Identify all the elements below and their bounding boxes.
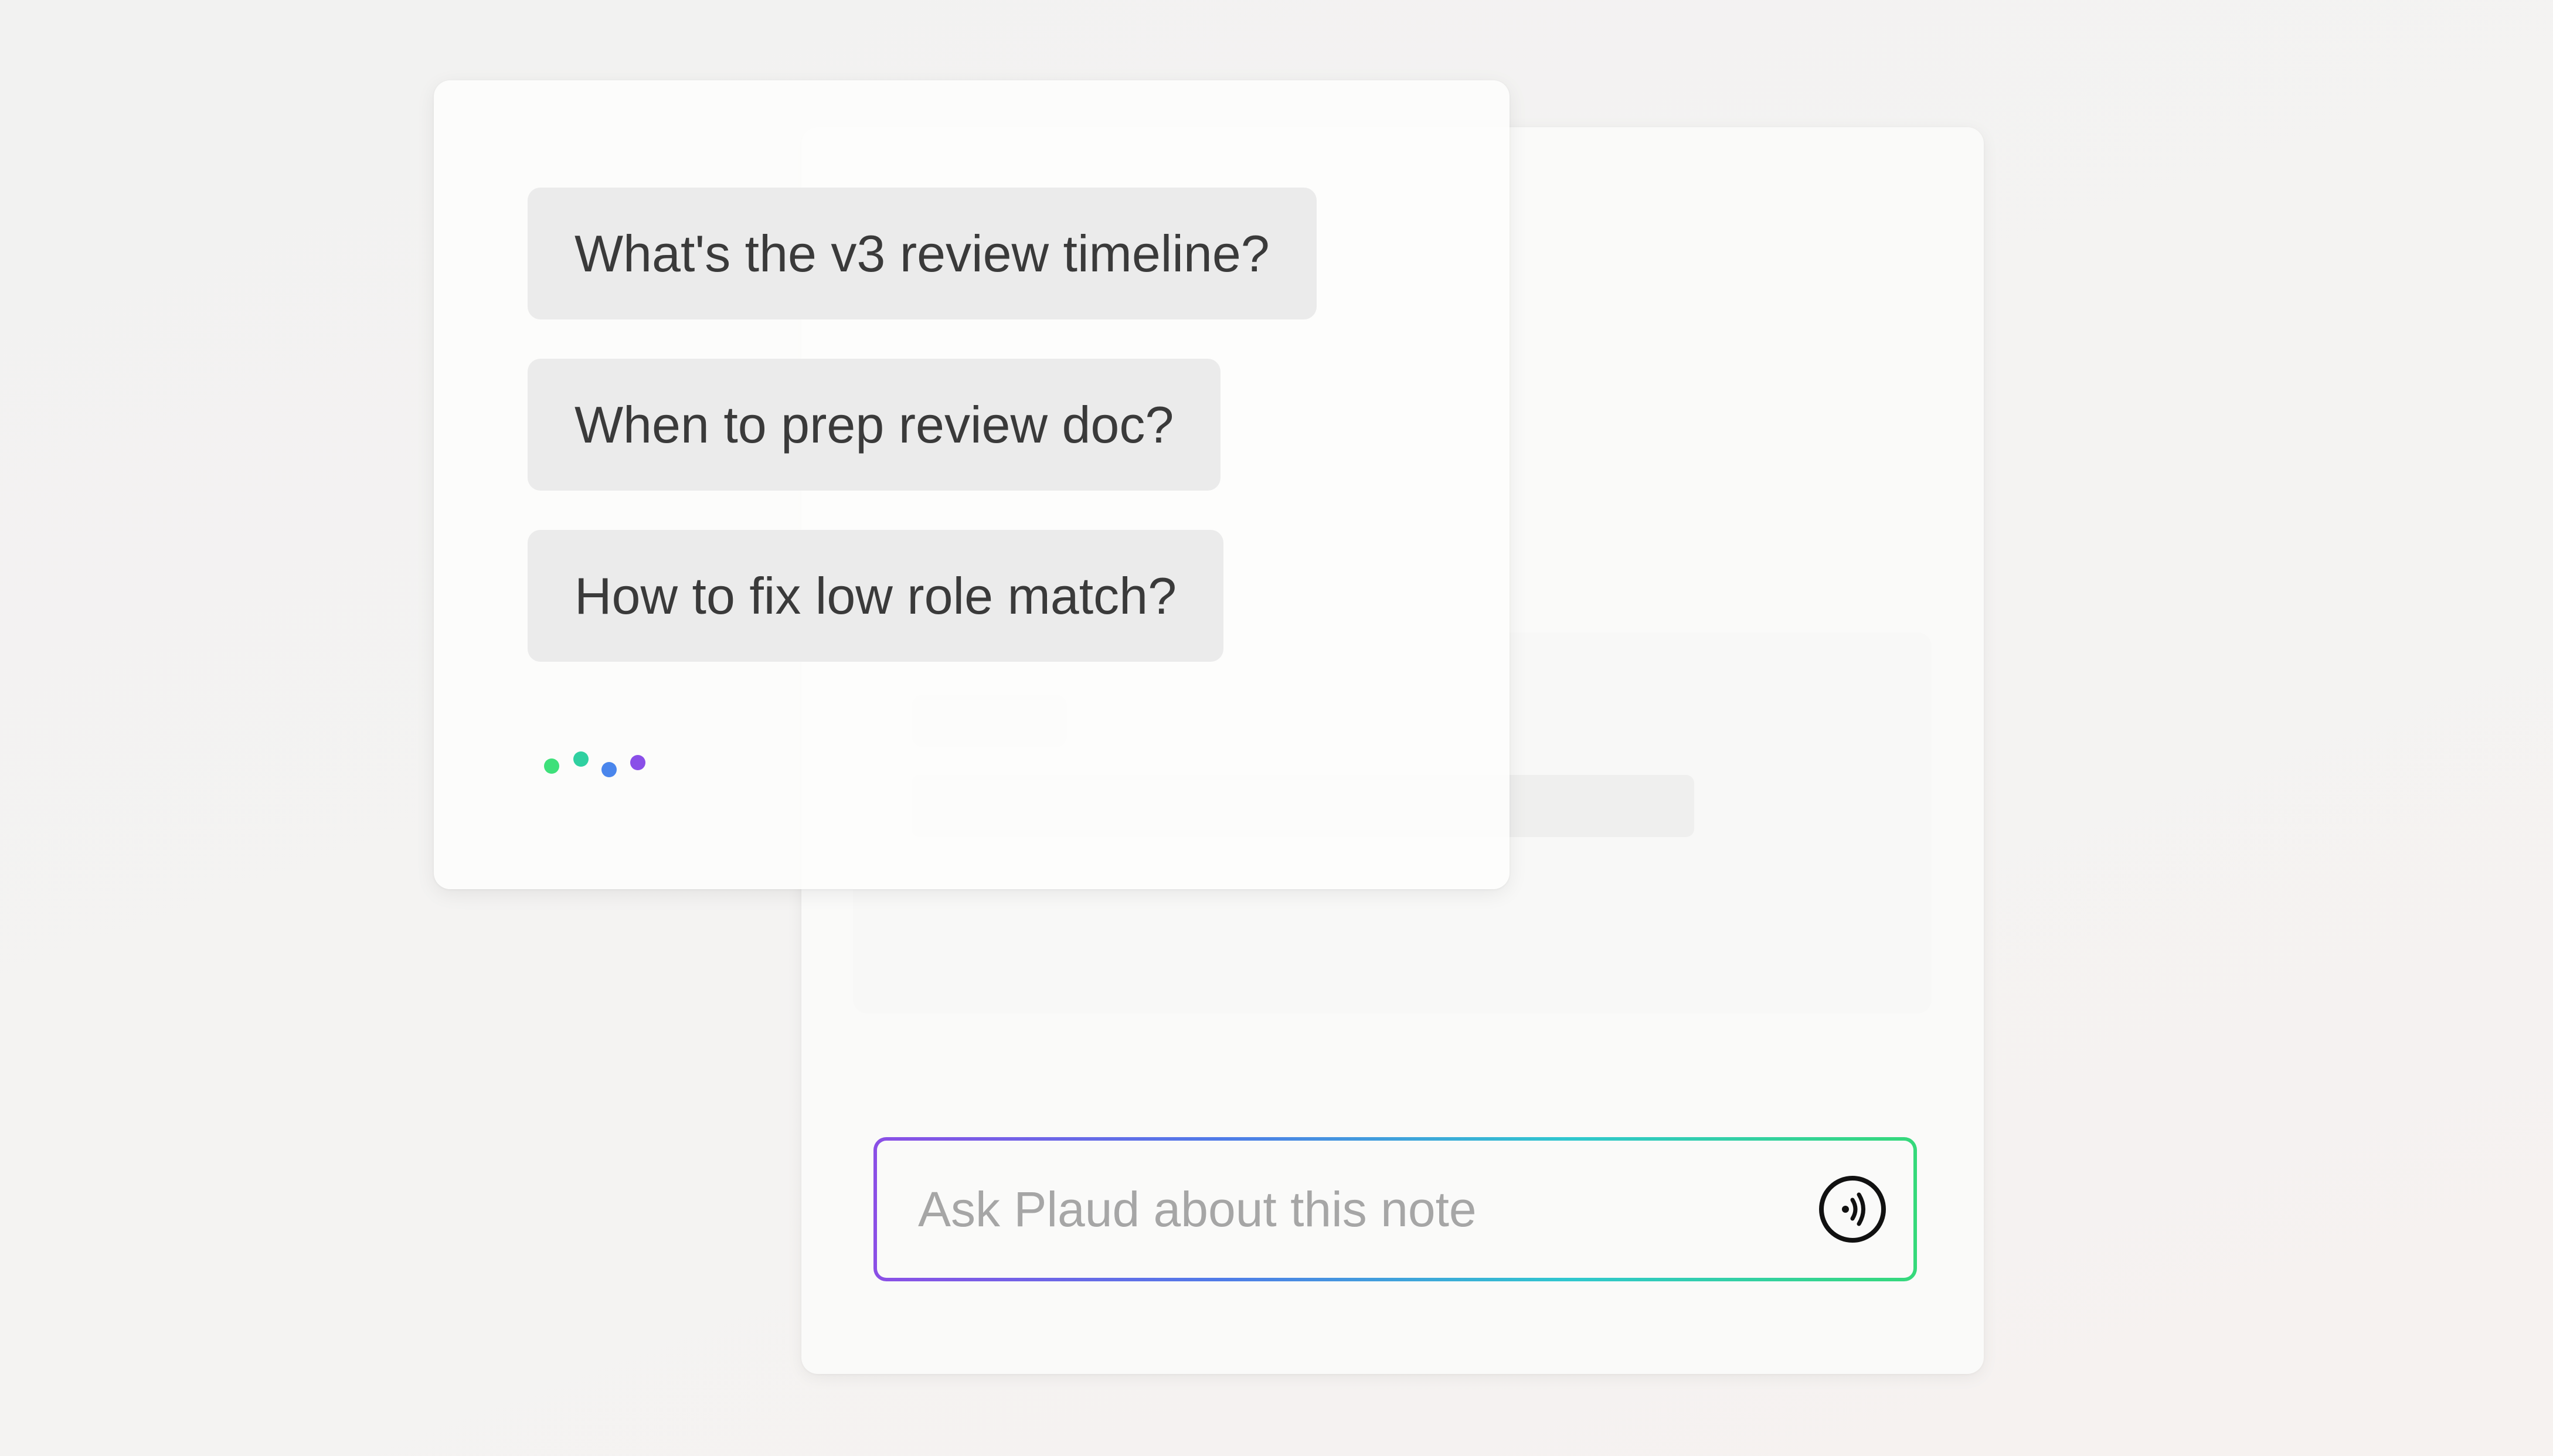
suggestion-chip[interactable]: How to fix low role match?: [528, 530, 1224, 662]
typing-indicator: [544, 744, 661, 780]
suggestion-label: How to fix low role match?: [574, 566, 1177, 625]
voice-button[interactable]: [1817, 1174, 1888, 1244]
suggestion-label: What's the v3 review timeline?: [574, 224, 1270, 283]
ask-input-box: [873, 1137, 1917, 1281]
typing-dot: [544, 758, 559, 774]
typing-dot: [573, 751, 589, 767]
suggestion-label: When to prep review doc?: [574, 395, 1174, 454]
typing-dot: [601, 762, 617, 777]
suggestion-chip[interactable]: When to prep review doc?: [528, 359, 1221, 491]
suggestions-card: What's the v3 review timeline? When to p…: [434, 80, 1510, 889]
voice-wave-icon: [1819, 1176, 1886, 1243]
ask-plaud-input[interactable]: [918, 1141, 1768, 1278]
typing-dot: [630, 755, 645, 770]
suggestion-chip[interactable]: What's the v3 review timeline?: [528, 188, 1317, 319]
